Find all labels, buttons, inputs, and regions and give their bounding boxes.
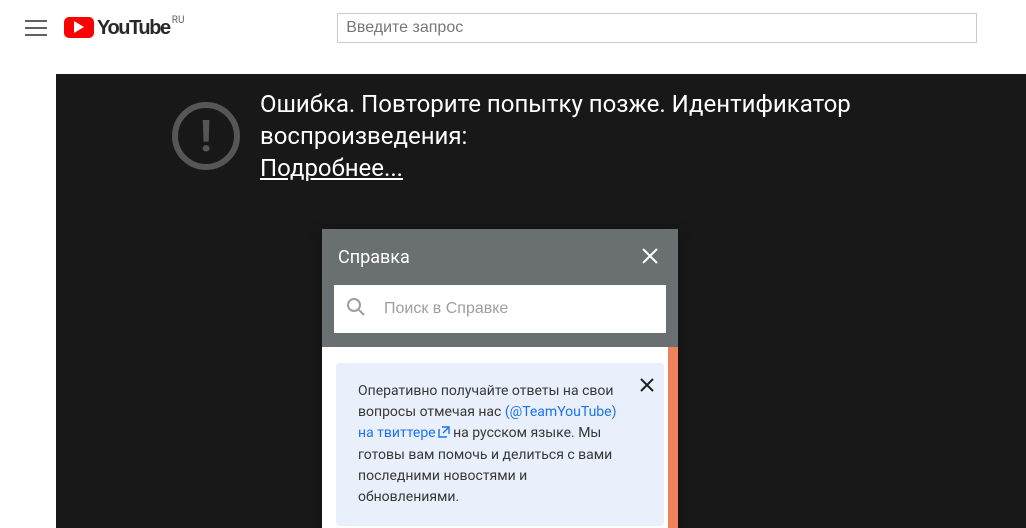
close-icon xyxy=(640,378,654,392)
help-close-button[interactable] xyxy=(638,245,662,270)
error-more-link[interactable]: Подробнее... xyxy=(260,154,403,182)
error-text: Ошибка. Повторите попытку позже. Идентиф… xyxy=(260,88,1026,184)
logo-region: RU xyxy=(172,15,185,26)
notice-close-button[interactable] xyxy=(640,375,654,396)
masthead: YouTube RU xyxy=(0,0,1026,56)
orange-accent xyxy=(668,347,678,528)
exclamation-icon: ! xyxy=(172,102,240,170)
close-icon xyxy=(642,248,658,264)
help-title: Справка xyxy=(338,247,638,268)
search-container xyxy=(304,13,1010,43)
help-notice: Оперативно получайте ответы на свои вопр… xyxy=(336,363,664,526)
error-message: Ошибка. Повторите попытку позже. Идентиф… xyxy=(260,90,851,150)
video-stage: ! Ошибка. Повторите попытку позже. Идент… xyxy=(56,74,1026,528)
menu-icon xyxy=(25,20,47,36)
search-input[interactable] xyxy=(337,13,977,43)
youtube-logo[interactable]: YouTube RU xyxy=(64,17,184,40)
logo-text: YouTube xyxy=(97,17,170,40)
help-body: Оперативно получайте ответы на свои вопр… xyxy=(322,347,678,528)
help-panel: Справка xyxy=(322,229,678,528)
help-search-input[interactable] xyxy=(384,300,654,318)
help-search[interactable] xyxy=(334,285,666,333)
external-link-icon xyxy=(438,424,450,445)
hamburger-menu-button[interactable] xyxy=(16,8,56,48)
search-icon xyxy=(346,297,366,321)
player-error: ! Ошибка. Повторите попытку позже. Идент… xyxy=(56,74,1026,184)
youtube-play-icon xyxy=(64,17,94,38)
help-header: Справка xyxy=(322,229,678,285)
